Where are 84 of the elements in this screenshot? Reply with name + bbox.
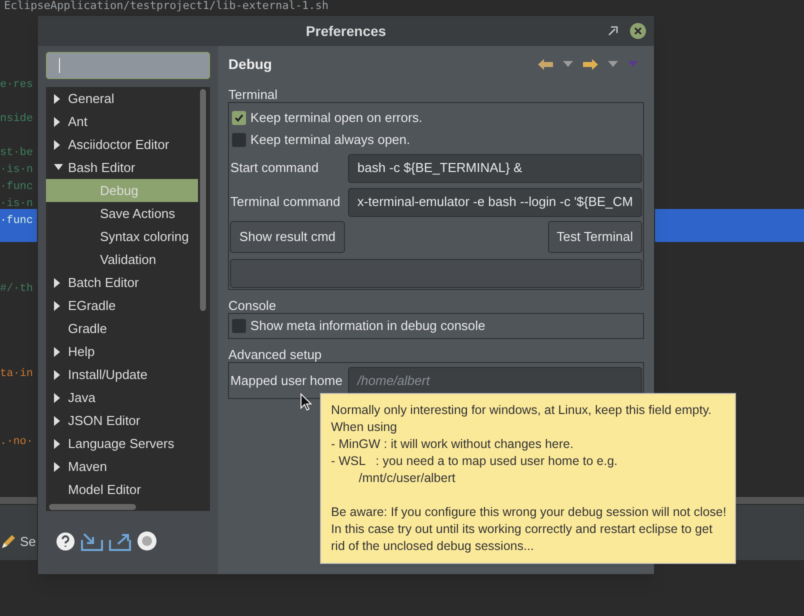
restore-icon[interactable]	[608, 26, 618, 36]
checkbox-label: Keep terminal open on errors.	[250, 109, 422, 128]
record-icon[interactable]	[137, 531, 157, 551]
expand-arrow-icon[interactable]	[54, 438, 61, 448]
dropdown-caret-icon[interactable]	[608, 61, 618, 67]
expand-arrow-icon[interactable]	[54, 300, 61, 310]
checkbox[interactable]	[232, 319, 246, 333]
code-fragment: ta·in	[0, 368, 34, 380]
dropdown-caret-icon[interactable]	[563, 61, 573, 67]
code-fragment: #/·th	[0, 283, 34, 295]
code-fragment: .·no·	[0, 436, 34, 448]
checkbox-label: Show meta information in debug console	[250, 317, 486, 336]
tooltip-text: /mnt/c/user/albert	[358, 470, 456, 487]
tree-item[interactable]: Maven	[46, 455, 198, 478]
group-label: Console	[228, 298, 278, 313]
close-icon[interactable]	[630, 23, 646, 39]
tree-item[interactable]: Validation	[46, 248, 198, 271]
help-icon[interactable]	[56, 532, 75, 550]
expand-arrow-icon[interactable]	[54, 392, 61, 402]
tooltip-text: Be aware: If you configure this wrong your debug session will not close!	[331, 504, 725, 521]
forward-arrow-icon[interactable]	[583, 58, 598, 70]
tree-item[interactable]: Bash Editor	[46, 156, 198, 179]
expand-arrow-icon[interactable]	[54, 140, 61, 150]
action-button[interactable]: Test Terminal	[548, 221, 642, 253]
tree-item[interactable]: Ant	[46, 110, 198, 133]
tooltip-text: - WSL : you need a to map used user home to e.g.	[331, 453, 618, 470]
checkbox[interactable]	[232, 111, 246, 125]
horizontal-scrollbar[interactable]	[49, 504, 136, 510]
tree-item[interactable]: Help	[46, 340, 198, 363]
checkbox[interactable]	[232, 133, 246, 147]
expand-arrow-icon[interactable]	[54, 94, 61, 104]
expand-arrow-icon[interactable]	[54, 278, 61, 288]
text-field[interactable]: bash -c ${BE_TERMINAL} &	[348, 154, 642, 182]
tooltip-text: When using	[331, 419, 398, 436]
code-fragment: st·be	[0, 147, 34, 159]
expand-arrow-icon[interactable]	[54, 416, 61, 426]
tree-item[interactable]: Language Servers	[46, 432, 198, 455]
field-label: Mapped user home	[230, 372, 344, 390]
code-fragment: ·is·n	[0, 164, 34, 176]
tree-item[interactable]: Gradle	[46, 317, 198, 340]
group-label: Terminal	[228, 87, 279, 102]
tree-item[interactable]: General	[46, 87, 198, 110]
code-fragment: ·func	[0, 215, 34, 227]
page-title: Debug	[228, 54, 272, 74]
code-fragment: nside	[0, 113, 34, 125]
checkbox-label: Keep terminal always open.	[250, 131, 410, 150]
mouse-pointer-icon	[300, 393, 312, 411]
code-fragment: ·is·n	[0, 198, 34, 210]
collapse-arrow-icon[interactable]	[54, 164, 63, 171]
group-label: Advanced setup	[228, 347, 323, 362]
export-icon[interactable]	[109, 532, 131, 550]
pen-icon	[0, 534, 16, 550]
code-fragment: e·res	[0, 79, 34, 91]
expand-arrow-icon[interactable]	[54, 370, 61, 380]
tree-item[interactable]: Syntax coloring	[46, 225, 198, 248]
tree-item[interactable]: Java	[46, 386, 198, 409]
text-field[interactable]: x-terminal-emulator -e bash --login -c '${BE_CM	[348, 188, 642, 216]
vertical-scrollbar[interactable]	[200, 89, 206, 311]
tab-label[interactable]: Se	[20, 532, 36, 552]
tree-item[interactable]: JSON Editor	[46, 409, 198, 432]
tree-item[interactable]: EGradle	[46, 294, 198, 317]
text-cursor	[59, 58, 60, 73]
tree-item[interactable]: Asciidoctor Editor	[46, 133, 198, 156]
field-label: Start command	[230, 159, 320, 178]
tooltip-text: In this case try out until its working correctly and restart eclipse to get	[331, 521, 714, 538]
expand-arrow-icon[interactable]	[54, 346, 61, 356]
tooltip-text: rid of the unclosed debug sessions...	[331, 538, 535, 555]
tree-item[interactable]: Batch Editor	[46, 271, 198, 294]
tooltip-text: - MinGW : it will work without changes here.	[331, 436, 574, 453]
tree-item[interactable]: Model Editor	[46, 478, 198, 501]
import-icon[interactable]	[81, 532, 103, 550]
checkmark-icon	[234, 113, 244, 123]
tree-item[interactable]: Save Actions	[46, 202, 198, 225]
expand-arrow-icon[interactable]	[54, 116, 61, 126]
tree-item[interactable]: Install/Update	[46, 363, 198, 386]
field-label: Terminal command	[230, 193, 342, 212]
expand-arrow-icon[interactable]	[54, 462, 61, 472]
action-button[interactable]: Show result cmd	[230, 221, 345, 253]
search-field[interactable]	[46, 52, 210, 79]
code-fragment: ·func	[0, 181, 34, 193]
editor-path: EclipseApplication/testproject1/lib-external-1.sh	[4, 0, 329, 12]
back-arrow-icon[interactable]	[538, 58, 553, 70]
tooltip-text: Normally only interesting for windows, at Linux, keep this field empty.	[331, 402, 712, 419]
window-title: Preferences	[306, 22, 386, 40]
